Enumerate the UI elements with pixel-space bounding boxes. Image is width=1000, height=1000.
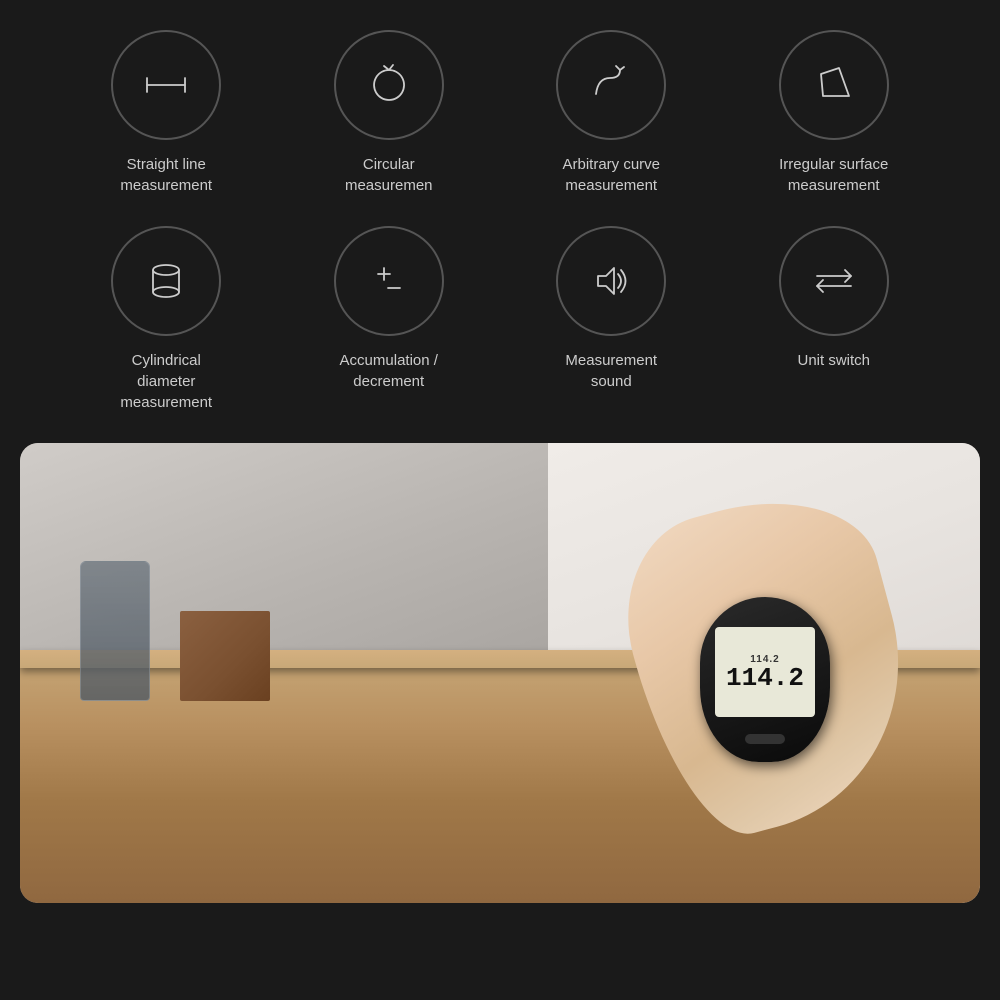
straight-line-circle xyxy=(111,30,221,140)
arbitrary-curve-label: Arbitrary curve measurement xyxy=(562,154,660,196)
cylinder-icon xyxy=(139,254,193,308)
device-reading-large: 114.2 xyxy=(726,665,804,691)
circular-label: Circular measuremen xyxy=(345,154,433,196)
plus-minus-icon xyxy=(362,254,416,308)
feature-circular: Circular measuremen xyxy=(283,30,496,196)
device-screen: 114.2 114.2 xyxy=(715,627,815,717)
device: 114.2 114.2 xyxy=(700,597,840,777)
device-button[interactable] xyxy=(745,734,785,744)
arbitrary-curve-circle xyxy=(556,30,666,140)
arbitrary-curve-icon xyxy=(584,58,638,112)
irregular-surface-icon xyxy=(807,58,861,112)
sound-circle xyxy=(556,226,666,336)
photo-bg: 114.2 114.2 xyxy=(20,443,980,903)
glass-shape xyxy=(80,561,150,701)
sound-label: Measurement sound xyxy=(565,350,657,392)
feature-unit-switch: Unit switch xyxy=(728,226,941,413)
top-section: Straight line measurement Circular measu… xyxy=(0,0,1000,433)
device-body: 114.2 114.2 xyxy=(700,597,830,762)
irregular-surface-circle xyxy=(779,30,889,140)
cylindrical-label: Cylindrical diameter measurement xyxy=(120,350,212,413)
cylindrical-circle xyxy=(111,226,221,336)
feature-sound: Measurement sound xyxy=(505,226,718,413)
feature-straight-line: Straight line measurement xyxy=(60,30,273,196)
circular-icon xyxy=(362,58,416,112)
unit-switch-label: Unit switch xyxy=(797,350,870,371)
feature-cylindrical: Cylindrical diameter measurement xyxy=(60,226,273,413)
feature-accumulation: Accumulation / decrement xyxy=(283,226,496,413)
accumulation-label: Accumulation / decrement xyxy=(340,350,438,392)
photo-section: 114.2 114.2 xyxy=(20,443,980,903)
accumulation-circle xyxy=(334,226,444,336)
straight-line-icon xyxy=(139,58,193,112)
unit-switch-circle xyxy=(779,226,889,336)
sound-icon xyxy=(584,254,638,308)
brown-box xyxy=(180,611,270,701)
app-container: Straight line measurement Circular measu… xyxy=(0,0,1000,903)
icons-grid: Straight line measurement Circular measu… xyxy=(60,30,940,413)
straight-line-label: Straight line measurement xyxy=(120,154,212,196)
feature-arbitrary-curve: Arbitrary curve measurement xyxy=(505,30,718,196)
switch-icon xyxy=(807,254,861,308)
irregular-surface-label: Irregular surface measurement xyxy=(779,154,888,196)
feature-irregular-surface: Irregular surface measurement xyxy=(728,30,941,196)
circular-circle xyxy=(334,30,444,140)
